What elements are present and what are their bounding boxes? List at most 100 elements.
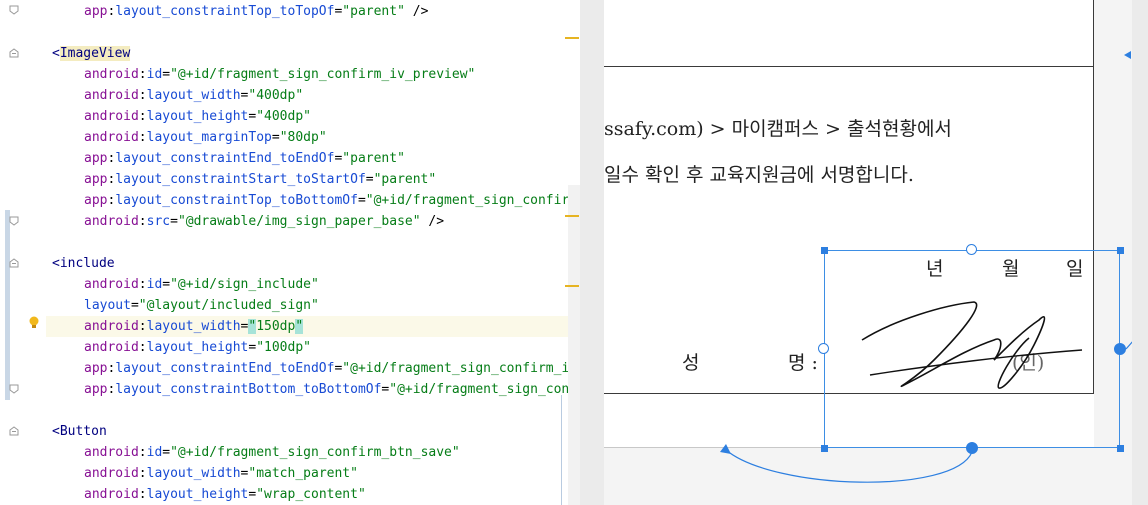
code-token-ns: app [84, 193, 108, 208]
code-line[interactable]: <include [52, 253, 115, 274]
code-token-val: "@+id/sign_include" [170, 277, 319, 292]
code-token-punct: : [138, 88, 147, 103]
code-line[interactable]: android:layout_height="400dp" [52, 106, 311, 127]
code-line[interactable]: android:layout_height="wrap_content" [52, 484, 366, 505]
code-line[interactable]: android:layout_marginTop="80dp" [52, 127, 327, 148]
code-token-attr: layout_height [146, 109, 249, 124]
code-token-attr: layout_constraintTop_toBottomOf [115, 193, 358, 208]
code-line[interactable]: android:id="@+id/fragment_sign_confirm_i… [52, 64, 475, 85]
code-line[interactable]: android:layout_width="match_parent" [52, 463, 358, 484]
fold-start-icon[interactable] [9, 426, 19, 436]
code-token-val: "parent" [342, 4, 405, 19]
code-token-punct: : [138, 445, 147, 460]
code-token-ns: app [84, 361, 108, 376]
warning-marker[interactable] [565, 285, 579, 287]
code-token-ns: android [84, 88, 139, 103]
code-token-attr: id [146, 277, 163, 292]
code-line[interactable]: app:layout_constraintEnd_toEndOf="parent… [52, 148, 405, 169]
code-token-attr: layout_width [146, 466, 241, 481]
fold-end-icon[interactable] [9, 5, 19, 15]
code-token-attr: layout_height [146, 487, 249, 502]
code-token-val: "400dp" [256, 109, 311, 124]
code-line[interactable]: app:layout_constraintTop_toBottomOf="@+i… [52, 190, 569, 211]
split-divider[interactable] [580, 0, 604, 505]
code-token-punct: : [138, 214, 147, 229]
code-token-ns: android [84, 466, 139, 481]
code-token-punct: : [138, 487, 147, 502]
code-token-ns: android [84, 340, 139, 355]
warning-marker[interactable] [565, 37, 579, 39]
xml-editor[interactable]: app:layout_constraintTop_toTopOf="parent… [0, 0, 580, 505]
fold-start-icon[interactable] [9, 48, 19, 58]
code-token-punct: : [138, 277, 147, 292]
code-line[interactable]: <ImageView [52, 43, 131, 64]
code-line[interactable]: android:src="@drawable/img_sign_paper_ba… [52, 211, 444, 232]
design-scroll-rail[interactable] [1132, 0, 1148, 505]
code-token-ns: android [84, 319, 139, 334]
code-token-punct: = [170, 214, 178, 229]
code-token-punct: : [138, 340, 147, 355]
code-token-punct: /> [404, 4, 429, 19]
code-token-ns: android [84, 445, 139, 460]
code-token-punct: : [138, 67, 147, 82]
fold-start-icon[interactable] [9, 258, 19, 268]
code-token-attr: layout_constraintBottom_toBottomOf [115, 382, 382, 397]
code-token-attr: id [146, 67, 163, 82]
code-token-attr: layout_constraintStart_toStartOf [115, 172, 366, 187]
lightbulb-icon[interactable] [26, 315, 42, 331]
fold-end-icon[interactable] [9, 216, 19, 226]
code-line[interactable]: app:layout_constraintTop_toTopOf="parent… [52, 1, 428, 22]
code-token-tag-name: ImageView [59, 46, 131, 61]
code-line[interactable]: app:layout_constraintEnd_toEndOf="@+id/f… [52, 358, 569, 379]
code-token-val: "100dp" [256, 340, 311, 355]
code-token-val: "match_parent" [248, 466, 358, 481]
code-line[interactable]: app:layout_constraintBottom_toBottomOf="… [52, 379, 569, 400]
code-token-attr: src [146, 214, 171, 229]
editor-scrollbar[interactable] [568, 185, 580, 505]
change-marker [5, 210, 10, 400]
code-line[interactable]: layout="@layout/included_sign" [52, 295, 319, 316]
code-token-ns: android [84, 130, 139, 145]
code-token-ns: android [84, 214, 139, 229]
code-token-val: "@+id/fragment_sign_confir [365, 193, 570, 208]
code-token-ns: android [84, 277, 139, 292]
code-token-punct: = [162, 67, 171, 82]
code-token-punct: = [365, 172, 374, 187]
code-token-attr: id [146, 445, 163, 460]
code-token-attr: layout_constraintTop_toTopOf [115, 4, 335, 19]
code-line[interactable]: android:layout_height="100dp" [52, 337, 311, 358]
constraint-arrows [720, 51, 1135, 483]
code-line[interactable]: android:id="@+id/sign_include" [52, 274, 319, 295]
code-token-punct: : [138, 319, 147, 334]
code-token-punct: = [162, 277, 171, 292]
code-token-attr: layout_marginTop [146, 130, 272, 145]
code-token-attr: layout_width [146, 88, 241, 103]
warning-marker[interactable] [565, 215, 579, 217]
editor-gutter [0, 0, 46, 505]
code-token-tag-open: < [52, 256, 60, 271]
code-line[interactable]: app:layout_constraintStart_toStartOf="pa… [52, 169, 436, 190]
code-token-val: "parent" [373, 172, 437, 187]
code-token-attr: layout_constraintEnd_toEndOf [115, 151, 335, 166]
code-token-ns: android [84, 67, 139, 82]
code-line[interactable]: android:layout_width="150dp" [46, 316, 580, 337]
code-token-ns: android [84, 487, 139, 502]
code-token-tag-open: < [52, 424, 60, 439]
code-line[interactable]: android:layout_width="400dp" [52, 85, 303, 106]
code-line[interactable]: android:id="@+id/fragment_sign_confirm_b… [52, 442, 460, 463]
code-token-val: "@+id/fragment_sign_confirm_btn_save" [170, 445, 460, 460]
code-token-ns: app [84, 151, 108, 166]
code-line[interactable]: <Button [52, 421, 107, 442]
code-token-ns: android [84, 109, 139, 124]
code-token-val: "400dp" [248, 88, 304, 103]
code-token-val: "@+id/fragment_sign_con [389, 382, 570, 397]
design-preview[interactable]: ssafy.com) > 마이캠퍼스 > 출석현황에서 일수 확인 후 교육지원… [604, 0, 1148, 505]
fold-end-icon[interactable] [9, 384, 19, 394]
code-token-val: "80dp" [279, 130, 327, 145]
code-token-val: "@+id/fragment_sign_confirm_i [342, 361, 570, 376]
code-token-val: "parent" [342, 151, 405, 166]
indent-guide [561, 395, 562, 505]
code-token-punct: = [130, 298, 139, 313]
code-token-attr: layout_height [146, 340, 249, 355]
code-token-punct: = [357, 193, 366, 208]
